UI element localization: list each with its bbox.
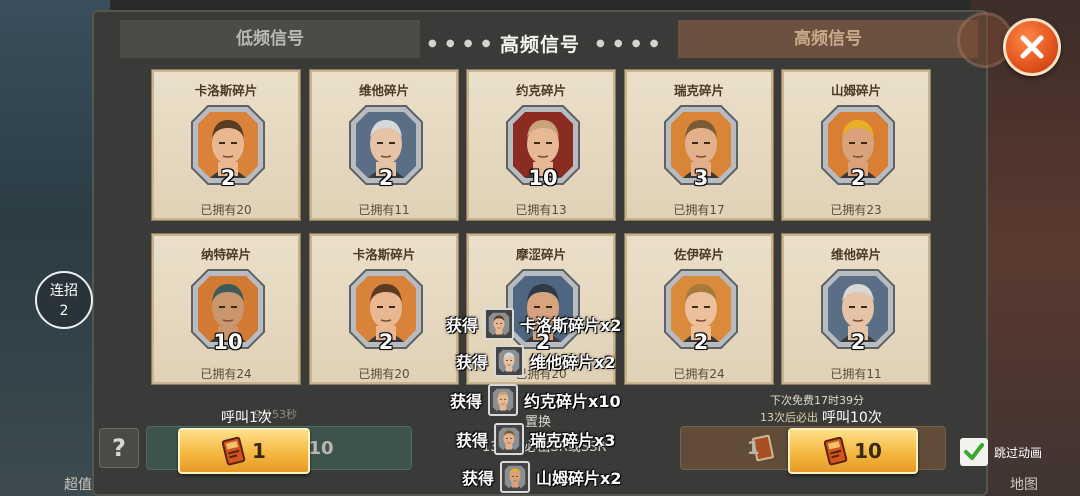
combo-counter: 连招 2 xyxy=(35,271,93,329)
card-name: 佐伊碎片 xyxy=(673,247,724,262)
ticket-icon xyxy=(222,436,246,466)
reward-log-item: 获得 卡洛斯碎片x2 xyxy=(446,308,621,340)
card-owned: 已拥有20 xyxy=(200,203,252,217)
combo-label: 连招 xyxy=(50,283,78,299)
reward-prefix: 获得 xyxy=(456,431,489,450)
reward-text: 卡洛斯碎片x2 xyxy=(520,316,622,335)
hero-portrait: 2 xyxy=(348,268,424,354)
hero-portrait: 10 xyxy=(190,268,266,354)
card-owned: 已拥有24 xyxy=(673,367,725,381)
reward-log-item: 获得 山姆碎片x2 xyxy=(462,461,621,493)
card-name: 维他碎片 xyxy=(358,83,409,98)
background-summon-count-left: 10 xyxy=(308,437,334,459)
close-icon xyxy=(1020,35,1044,59)
skip-animation-label: 跳过动画 xyxy=(994,445,1043,460)
checkmark-icon xyxy=(964,443,984,460)
card-owned: 已拥有13 xyxy=(515,203,567,217)
card-name: 维他碎片 xyxy=(830,247,881,262)
summon-ten-label: 呼叫10次 xyxy=(822,410,882,426)
hero-thumbnail xyxy=(484,308,515,340)
card-count: 2 xyxy=(378,330,394,354)
card-item: 维他碎片 2 已拥有11 xyxy=(782,234,930,384)
card-count: 10 xyxy=(528,166,558,190)
summon-once-cost: 1 xyxy=(252,439,266,463)
combo-count: 2 xyxy=(59,303,69,319)
summon-once-label: 呼叫1次 xyxy=(221,410,272,426)
card-count: 10 xyxy=(213,330,243,354)
card-count: 2 xyxy=(378,166,394,190)
close-button[interactable] xyxy=(1003,18,1061,76)
card-name: 卡洛斯碎片 xyxy=(352,247,416,262)
summon-ten-button[interactable]: 10 xyxy=(788,428,918,474)
card-owned: 已拥有11 xyxy=(358,203,410,217)
summon-once-button[interactable]: 1 xyxy=(178,428,310,474)
card-count: 2 xyxy=(220,166,236,190)
hero-thumbnail xyxy=(494,345,525,377)
card-item: 纳特碎片 10 已拥有24 xyxy=(152,234,300,384)
reward-prefix: 获得 xyxy=(450,392,483,411)
skip-animation-toggle[interactable]: 跳过动画 xyxy=(960,438,1042,466)
card-item: 山姆碎片 2 已拥有23 xyxy=(782,70,930,220)
reward-text: 维他碎片x2 xyxy=(530,353,616,372)
card-count: 2 xyxy=(693,330,709,354)
background-timer-right: 下次免费17时39分 xyxy=(770,394,864,407)
card-item: 瑞克碎片 3 已拥有17 xyxy=(625,70,773,220)
card-item: 维他碎片 2 已拥有11 xyxy=(310,70,458,220)
card-name: 瑞克碎片 xyxy=(673,83,724,98)
hero-portrait: 2 xyxy=(820,268,896,354)
hero-portrait: 10 xyxy=(505,104,581,190)
reward-prefix: 获得 xyxy=(456,353,489,372)
reward-log-item: 获得 约克碎片x10 xyxy=(450,384,621,416)
reward-text: 山姆碎片x2 xyxy=(536,469,622,488)
card-item: 佐伊碎片 2 已拥有24 xyxy=(625,234,773,384)
card-name: 山姆碎片 xyxy=(830,83,881,98)
reward-prefix: 获得 xyxy=(462,469,495,488)
reward-log-item: 获得 瑞克碎片x3 xyxy=(456,423,615,455)
hero-portrait: 2 xyxy=(663,268,739,354)
reward-text: 约克碎片x10 xyxy=(524,392,621,411)
hero-thumbnail xyxy=(494,423,525,455)
summon-ten-cost: 10 xyxy=(854,439,882,463)
card-owned: 已拥有11 xyxy=(830,367,882,381)
card-owned: 已拥有23 xyxy=(830,203,882,217)
card-owned: 已拥有24 xyxy=(200,367,252,381)
card-owned: 已拥有20 xyxy=(358,367,410,381)
background-bottom-left: 超值 xyxy=(64,477,92,493)
help-button[interactable]: ? xyxy=(99,428,139,468)
card-name: 纳特碎片 xyxy=(200,247,251,262)
background-summon-count-right: 1 xyxy=(747,437,760,459)
background-bottom-right: 地图 xyxy=(1010,477,1038,493)
card-owned: 已拥有17 xyxy=(673,203,725,217)
background-tab-high-frequency: 高频信号 xyxy=(678,20,978,58)
card-item: 卡洛斯碎片 2 已拥有20 xyxy=(310,234,458,384)
reward-text: 瑞克碎片x3 xyxy=(530,431,616,450)
card-name: 摩涩碎片 xyxy=(515,247,566,262)
hero-portrait: 2 xyxy=(190,104,266,190)
card-count: 2 xyxy=(850,330,866,354)
title-decoration-right: ● ● ● ● xyxy=(596,38,662,49)
card-count: 3 xyxy=(693,166,709,190)
background-tab-low-frequency: 低频信号 xyxy=(120,20,420,58)
card-item: 约克碎片 10 已拥有13 xyxy=(467,70,615,220)
skip-animation-checkbox[interactable] xyxy=(960,438,988,466)
card-name: 约克碎片 xyxy=(515,83,566,98)
hero-thumbnail xyxy=(488,384,519,416)
ticket-icon xyxy=(824,436,848,466)
card-name: 卡洛斯碎片 xyxy=(194,83,258,98)
card-item: 卡洛斯碎片 2 已拥有20 xyxy=(152,70,300,220)
hero-portrait: 3 xyxy=(663,104,739,190)
reward-log-item: 获得 维他碎片x2 xyxy=(456,345,615,377)
hero-portrait: 2 xyxy=(348,104,424,190)
background-guarantee-right: 13次后必出 xyxy=(760,411,818,424)
card-count: 2 xyxy=(850,166,866,190)
hero-portrait: 2 xyxy=(820,104,896,190)
hero-thumbnail xyxy=(500,461,531,493)
reward-prefix: 获得 xyxy=(446,316,479,335)
